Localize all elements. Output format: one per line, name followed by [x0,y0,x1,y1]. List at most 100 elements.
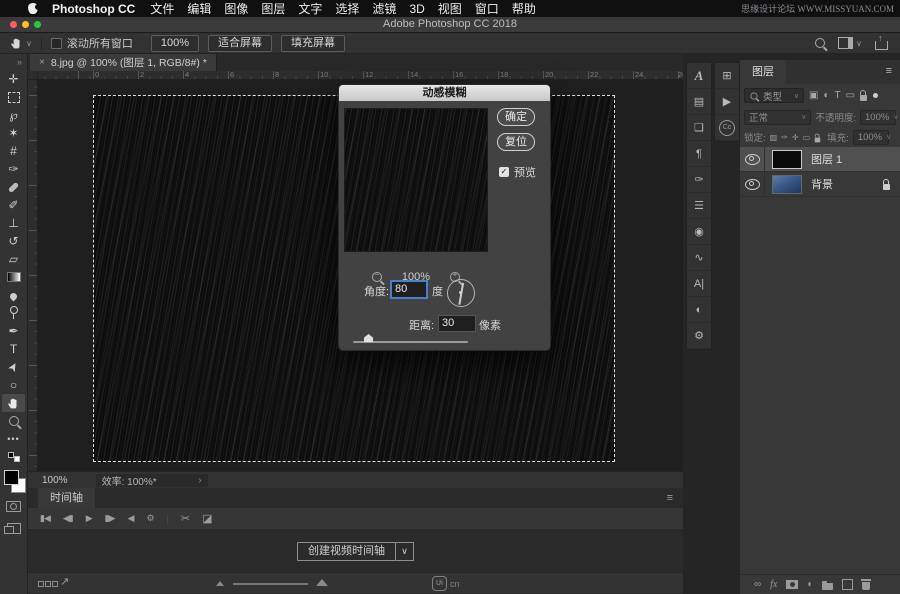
path-selection-tool[interactable]: ➤ [0,358,27,376]
quick-mask-button[interactable] [0,495,27,517]
app-menu[interactable]: Photoshop CC [52,2,135,16]
chevron-down-icon[interactable]: ∨ [26,39,32,48]
color-panel-icon[interactable]: ◉ [687,219,711,245]
new-group-folder-icon[interactable] [822,583,833,590]
paths-panel-icon[interactable]: ∿ [687,245,711,271]
lasso-tool[interactable]: ℘ [0,106,27,124]
zoom-out-icon[interactable]: − [372,272,382,282]
preview-checkbox[interactable]: ✓ [499,167,509,177]
adjustment-layer-icon[interactable]: ◐ [807,579,813,590]
visibility-cell[interactable] [740,172,765,196]
visibility-cell[interactable] [740,147,765,171]
horizontal-ruler[interactable]: 0 2 4 6 8 10 12 14 16 18 20 22 24 26 [38,71,683,80]
character-panel-icon[interactable]: A| [687,271,711,297]
panel-menu-icon[interactable]: ≡ [886,65,892,77]
actions-panel-icon[interactable]: ⚙ [687,323,711,349]
distance-slider-thumb[interactable] [364,334,373,342]
default-colors-icon[interactable] [0,448,27,466]
opacity-field[interactable]: 100%∨ [860,110,896,125]
menu-window[interactable]: 窗口 [475,0,499,17]
menu-view[interactable]: 视图 [438,0,462,17]
new-layer-icon[interactable] [842,579,853,590]
paragraph-panel-icon[interactable]: ¶ [687,141,711,167]
blur-tool[interactable] [0,286,27,304]
lock-pixels-icon[interactable]: ✑ [781,133,788,142]
type-tool[interactable]: T [0,340,27,358]
menu-edit[interactable]: 编辑 [187,0,211,17]
channels-panel-icon[interactable]: ⊞ [715,63,739,89]
previous-frame-button[interactable]: ◀▮ [63,513,73,524]
move-tool[interactable]: ✛ [0,70,27,88]
layer-effects-fx-icon[interactable]: fx [770,579,777,590]
dodge-tool[interactable] [0,304,27,322]
menu-filter[interactable]: 滤镜 [372,0,396,17]
fill-screen-button[interactable]: 填充屏幕 [281,35,345,52]
background-name[interactable]: 背景 [811,176,833,192]
lock-all-icon[interactable] [815,137,821,142]
layers-tab[interactable]: 图层 [740,60,786,84]
audio-mute-button[interactable]: ◀ [128,513,134,524]
eraser-tool[interactable]: ▱ [0,250,27,268]
timeline-settings-gear-icon[interactable]: ⚙ [146,513,153,524]
blend-mode-select[interactable]: 正常∨ [744,110,811,125]
lock-artboard-icon[interactable]: ▭ [803,133,811,142]
zoom-tool[interactable] [0,412,27,430]
layer1-thumbnail[interactable] [772,150,802,169]
zoom-in-thumbnail-icon[interactable] [316,579,328,586]
crop-tool[interactable]: # [0,142,27,160]
render-export-icon[interactable]: ↗ [60,575,69,588]
apple-menu-icon[interactable] [28,3,38,14]
create-timeline-dropdown[interactable]: ∨ [396,542,414,561]
lock-transparency-icon[interactable]: ▨ [770,133,778,142]
layer-comps-panel-icon[interactable]: ❏ [687,115,711,141]
magic-wand-tool[interactable]: ✶ [0,124,27,142]
share-icon[interactable] [875,41,888,50]
zoom-level-field[interactable]: 100% [42,475,68,486]
menu-help[interactable]: 帮助 [512,0,536,17]
angle-dial[interactable] [447,279,475,307]
ok-button[interactable]: 确定 [497,108,535,126]
menu-image[interactable]: 图像 [224,0,248,17]
split-clip-scissors-icon[interactable]: ✂ [181,512,189,525]
eyedropper-tool[interactable]: ✑ [0,160,27,178]
filter-adjustment-layers-icon[interactable]: ◐ [823,90,829,101]
creative-cloud-icon[interactable]: Cc [715,115,739,141]
layer-row-background[interactable]: 背景 [740,172,900,197]
tool-presets-panel-icon[interactable]: ☰ [687,193,711,219]
history-brush-tool[interactable]: ↺ [0,232,27,250]
edit-toolbar-button[interactable]: ••• [0,430,27,448]
menu-layer[interactable]: 图层 [261,0,285,17]
marquee-tool[interactable] [0,88,27,106]
fill-field[interactable]: 100%∨ [853,130,889,145]
eye-icon[interactable] [745,154,760,165]
close-tab-icon[interactable]: × [39,57,45,68]
play-actions-panel-icon[interactable]: ▶ [715,89,739,115]
pen-tool[interactable]: ✒ [0,322,27,340]
next-frame-button[interactable]: ▮▶ [105,513,115,524]
panel-menu-icon[interactable]: ≡ [667,492,673,504]
brush-settings-panel-icon[interactable]: ✑ [687,167,711,193]
glyphs-panel-icon[interactable]: A [687,63,711,89]
vertical-ruler[interactable] [28,80,38,471]
create-video-timeline-button[interactable]: 创建视频时间轴 [297,542,396,561]
link-layers-icon[interactable]: ∞ [754,579,761,590]
gradient-tool[interactable] [0,268,27,286]
brush-tool[interactable]: ✐ [0,196,27,214]
lock-position-icon[interactable]: ✛ [792,133,799,142]
libraries-panel-icon[interactable]: ▤ [687,89,711,115]
add-layer-mask-icon[interactable] [786,580,798,589]
angle-input[interactable]: 80 [391,281,427,298]
fit-screen-button[interactable]: 适合屏幕 [208,35,272,52]
zoom-100-button[interactable]: 100% [151,35,199,52]
background-thumbnail[interactable] [772,175,802,194]
reset-button[interactable]: 复位 [497,133,535,151]
foreground-color-swatch[interactable] [4,470,19,485]
workspace-icon[interactable] [838,37,853,49]
dialog-title-bar[interactable]: 动感模糊 [339,85,550,101]
timeline-tab[interactable]: 时间轴 [38,488,95,508]
eye-icon[interactable] [745,179,760,190]
chevron-down-icon[interactable]: ∨ [856,39,862,48]
menu-3d[interactable]: 3D [409,2,424,16]
scroll-all-windows-checkbox[interactable] [51,38,62,49]
layer1-name[interactable]: 图层 1 [811,151,842,167]
